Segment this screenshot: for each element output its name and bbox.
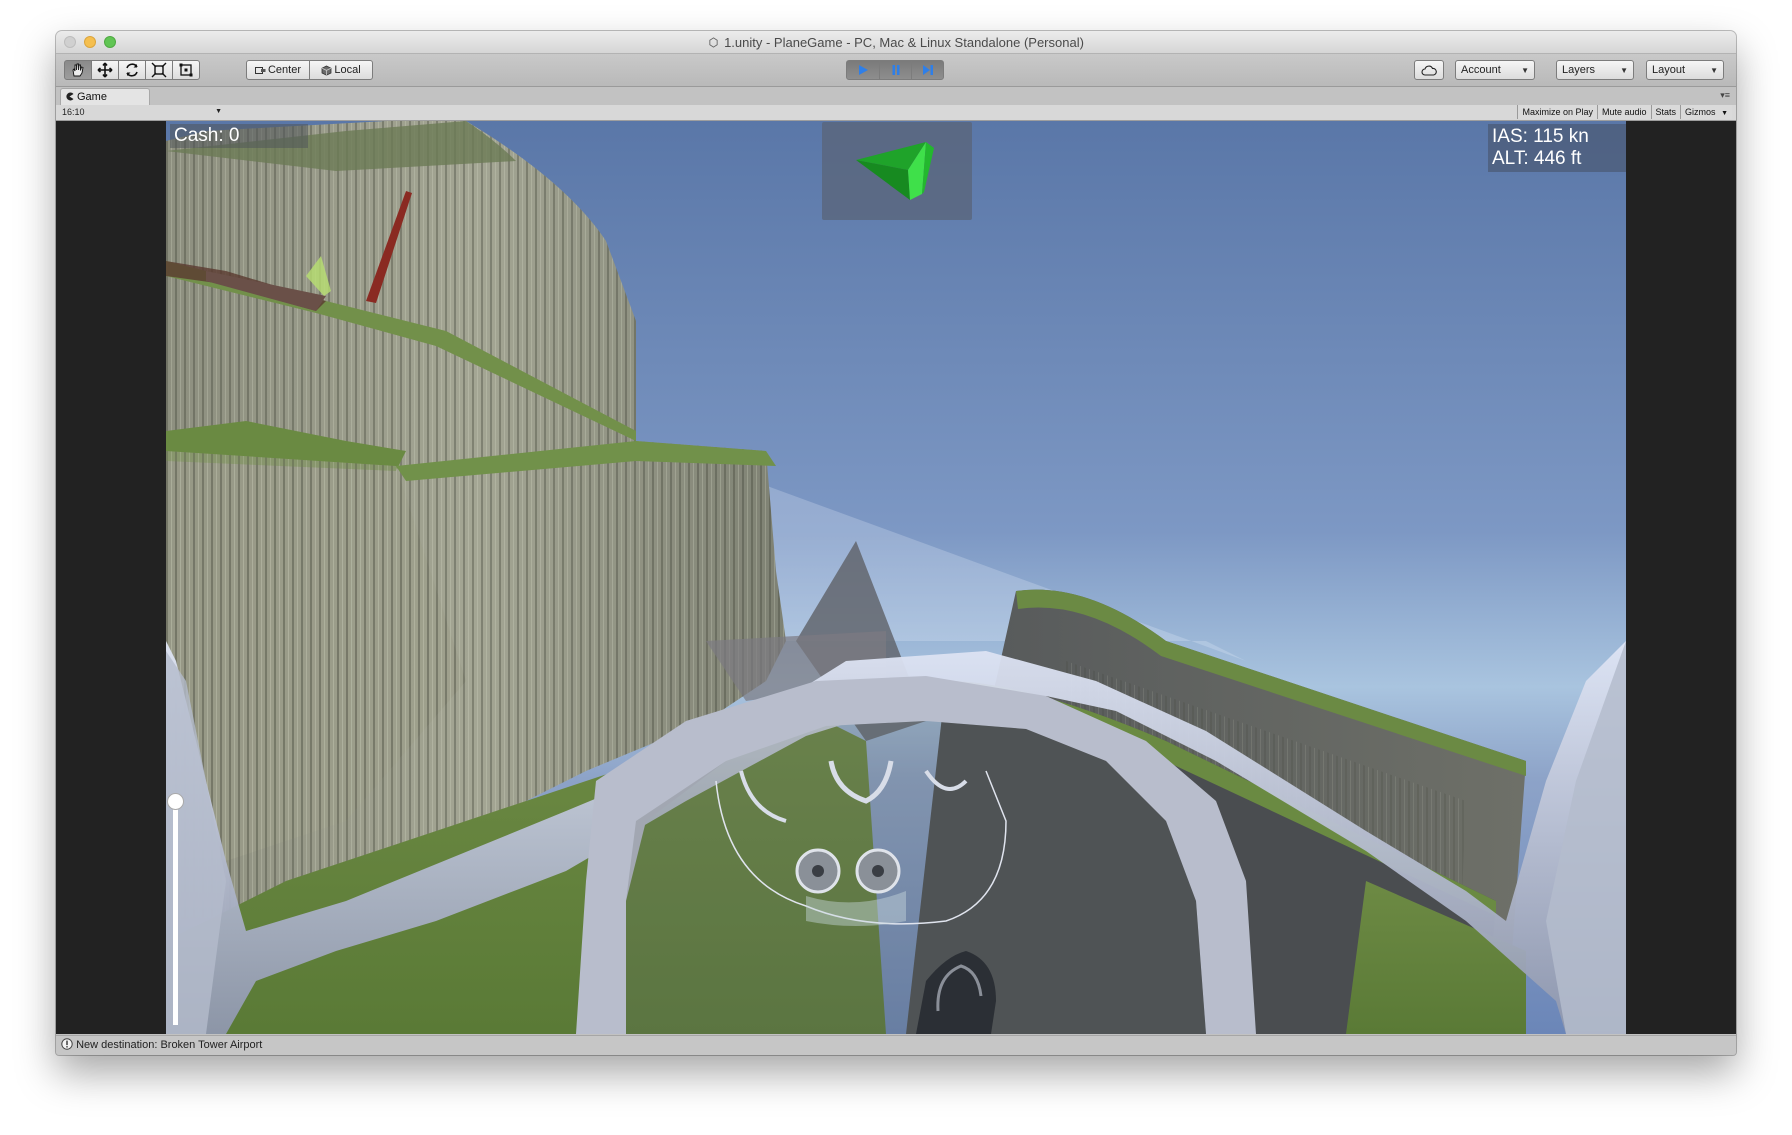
mute-audio-toggle[interactable]: Mute audio [1596, 105, 1651, 119]
pivot-center-button[interactable]: Center [246, 60, 310, 80]
window-title-container: 1.unity - PlaneGame - PC, Mac & Linux St… [56, 35, 1736, 50]
game-scene[interactable] [166, 121, 1626, 1034]
tab-game[interactable]: Game [60, 88, 150, 105]
rect-tool-icon [179, 63, 193, 77]
rect-tool-button[interactable] [172, 60, 200, 80]
hand-tool-button[interactable] [64, 60, 92, 80]
move-tool-button[interactable] [91, 60, 119, 80]
game-tab-row: Game ▾≡ [56, 87, 1736, 105]
space-label: Local [334, 64, 361, 76]
layers-label: Layers [1562, 64, 1596, 76]
flight-instruments: IAS: 115 kn ALT: 446 ft [1488, 124, 1626, 172]
play-button[interactable] [846, 60, 880, 80]
status-bar[interactable]: New destination: Broken Tower Airport [56, 1035, 1736, 1055]
play-icon [859, 65, 868, 75]
pivot-label: Center [267, 64, 302, 76]
step-button[interactable] [911, 60, 944, 80]
main-toolbar: Center Local Account ▼ Layers ▼ Layout ▼ [56, 54, 1736, 87]
cash-display: Cash: 0 [170, 124, 308, 148]
rotate-icon [126, 63, 138, 77]
window-title: 1.unity - PlaneGame - PC, Mac & Linux St… [724, 35, 1084, 50]
local-cube-icon [321, 65, 332, 76]
panel-menu-icon[interactable]: ▾≡ [1720, 90, 1730, 101]
pause-icon [892, 65, 899, 75]
move-icon [97, 62, 113, 78]
chevron-down-icon: ▼ [1620, 65, 1628, 75]
cloud-group [1414, 60, 1444, 80]
pause-button[interactable] [879, 60, 912, 80]
throttle-slider-track[interactable] [173, 794, 178, 1025]
scale-tool-button[interactable] [145, 60, 173, 80]
maximize-on-play-toggle[interactable]: Maximize on Play [1517, 105, 1597, 119]
unity-editor-window: 1.unity - PlaneGame - PC, Mac & Linux St… [56, 31, 1736, 1055]
cloud-button[interactable] [1414, 60, 1444, 80]
game-tab-icon [66, 92, 74, 101]
status-message: New destination: Broken Tower Airport [76, 1039, 263, 1051]
stats-toggle[interactable]: Stats [1650, 105, 1681, 119]
navigation-arrow-icon [856, 142, 934, 200]
layers-group: Layers ▼ [1556, 60, 1634, 80]
pivot-center-icon [254, 66, 266, 74]
aspect-label: 16:10 [62, 107, 85, 117]
chevron-down-icon: ▼ [1521, 65, 1529, 75]
aspect-dropdown[interactable]: 16:10 ▼ [60, 105, 224, 119]
step-icon [922, 65, 933, 75]
info-icon [61, 1038, 73, 1050]
rotate-tool-button[interactable] [118, 60, 146, 80]
throttle-slider-handle[interactable] [167, 792, 184, 810]
chevron-down-icon: ▼ [215, 108, 222, 115]
game-tab-label: Game [77, 91, 107, 103]
game-view-toggles: Maximize on Play Mute audio Stats Gizmos… [1517, 105, 1732, 120]
chevron-down-icon: ▼ [1721, 110, 1728, 117]
pivot-space-button[interactable]: Local [309, 60, 373, 80]
game-view[interactable]: Cash: 0 IAS: 115 kn ALT: 446 ft [56, 121, 1736, 1034]
altitude-readout: ALT: 446 ft [1492, 148, 1582, 169]
hand-icon [72, 63, 84, 77]
playback-controls [846, 60, 944, 80]
scale-icon [151, 62, 167, 78]
chevron-down-icon: ▼ [1710, 65, 1718, 75]
title-bar: 1.unity - PlaneGame - PC, Mac & Linux St… [56, 31, 1736, 54]
account-label: Account [1461, 64, 1501, 76]
transform-tools [64, 60, 200, 80]
gizmos-label: Gizmos [1685, 107, 1716, 117]
cloud-icon [1421, 65, 1437, 76]
airspeed-readout: IAS: 115 kn [1492, 126, 1589, 147]
destination-compass [822, 122, 972, 220]
account-group: Account ▼ [1455, 60, 1535, 80]
game-view-controls: 16:10 ▼ Maximize on Play Mute audio Stat… [56, 105, 1736, 121]
layout-group: Layout ▼ [1646, 60, 1724, 80]
layout-label: Layout [1652, 64, 1686, 76]
gizmos-dropdown[interactable]: Gizmos ▼ [1680, 105, 1732, 119]
layout-dropdown[interactable]: Layout ▼ [1646, 60, 1724, 80]
unity-file-icon [709, 37, 718, 48]
pivot-toggles: Center Local [246, 60, 373, 80]
account-dropdown[interactable]: Account ▼ [1455, 60, 1535, 80]
layers-dropdown[interactable]: Layers ▼ [1556, 60, 1634, 80]
